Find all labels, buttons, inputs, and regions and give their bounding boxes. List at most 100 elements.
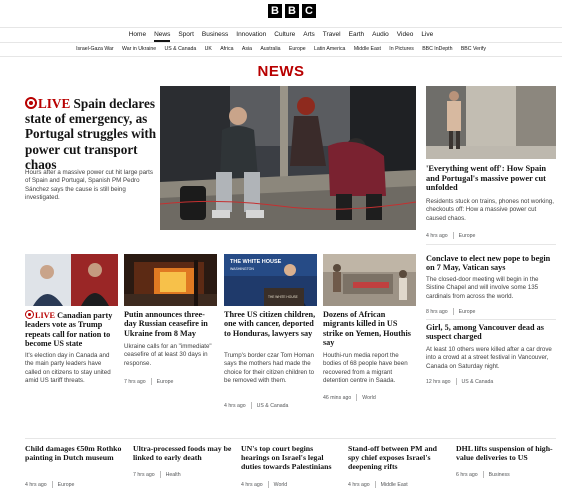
image-text: THE WHITE HOUSE (230, 259, 282, 265)
nav-arts[interactable]: Arts (299, 28, 319, 42)
timestamp: 46 mins ago (323, 394, 352, 401)
timestamp: 4 hrs ago (426, 232, 448, 239)
bottom-headline[interactable]: UN's top court begins hearings on Israel… (241, 444, 341, 472)
right-list-headline[interactable]: Girl, 5, among Vancouver dead as suspect… (426, 323, 558, 342)
category-tag[interactable]: Business (489, 472, 510, 478)
right-top-summary: Residents stuck on trains, phones not wo… (426, 198, 554, 222)
right-top-meta: 4 hrs ago Europe (426, 232, 475, 239)
story-image[interactable] (124, 254, 217, 306)
subnav-latin-america[interactable]: Latin America (310, 43, 350, 56)
live-label: LIVE (38, 96, 71, 111)
subnav-ukraine[interactable]: War in Ukraine (118, 43, 161, 56)
category-tag[interactable]: Health (166, 472, 181, 478)
subnav-bbc-indepth[interactable]: BBC InDepth (418, 43, 457, 56)
sub-nav: Israel-Gaza War War in Ukraine US & Cana… (0, 43, 562, 57)
story-summary: Houthi-run media report the bodies of 68… (323, 352, 408, 385)
nav-innovation[interactable]: Innovation (232, 28, 270, 42)
subnav-asia[interactable]: Asia (238, 43, 256, 56)
subnav-us-canada[interactable]: US & Canada (160, 43, 200, 56)
nav-news[interactable]: News (150, 28, 174, 42)
timestamp: 6 hrs ago (456, 471, 478, 478)
section-title: NEWS (257, 63, 305, 80)
lead-headline[interactable]: LIVE Spain declares state of emergency, … (25, 96, 157, 172)
category-tag[interactable]: US & Canada (462, 379, 494, 385)
bottom-meta: 4 hrs ago Europe (25, 481, 74, 488)
nav-business[interactable]: Business (198, 28, 232, 42)
white-house-photo: THE WHITE HOUSE WASHINGTON THE WHITE HOU… (224, 254, 317, 306)
main-nav: Home News Sport Business Innovation Cult… (0, 27, 562, 43)
right-top-headline[interactable]: 'Everything went off': How Spain and Por… (426, 164, 558, 193)
category-tag[interactable]: World (362, 395, 375, 401)
timestamp: 4 hrs ago (224, 402, 246, 409)
nav-sport[interactable]: Sport (174, 28, 198, 42)
subnav-middle-east[interactable]: Middle East (350, 43, 385, 56)
bottom-meta: 4 hrs ago Middle East (348, 481, 408, 488)
live-icon (25, 310, 34, 319)
yemen-photo (323, 254, 416, 306)
nav-earth[interactable]: Earth (345, 28, 369, 42)
image-text: WASHINGTON (230, 267, 254, 271)
lead-image[interactable] (160, 86, 416, 230)
nav-home[interactable]: Home (125, 28, 150, 42)
bottom-headline[interactable]: Ultra-processed foods may be linked to e… (133, 444, 233, 463)
story-image[interactable] (25, 254, 118, 306)
story-headline[interactable]: Dozens of African migrants killed in US … (323, 310, 416, 348)
bottom-headline[interactable]: Stand-off between PM and spy chief expos… (348, 444, 448, 472)
nav-live[interactable]: Live (417, 28, 437, 42)
lead-summary: Hours after a massive power cut hit larg… (25, 169, 153, 202)
subnav-africa[interactable]: Africa (216, 43, 238, 56)
timestamp: 4 hrs ago (241, 481, 263, 488)
logo-letter: B (268, 4, 282, 18)
story-headline[interactable]: LIVE Canadian party leaders vote as Trum… (25, 310, 118, 349)
timestamp: 4 hrs ago (348, 481, 370, 488)
subnav-europe[interactable]: Europe (285, 43, 310, 56)
category-tag[interactable]: Europe (58, 482, 75, 488)
story-meta: 46 mins ago World (323, 394, 376, 401)
story-meta: 4 hrs ago US & Canada (224, 402, 288, 409)
story-headline[interactable]: Putin announces three-day Russian ceasef… (124, 310, 217, 338)
right-top-image[interactable] (426, 86, 556, 159)
story-summary: It's election day in Canada and the main… (25, 352, 111, 385)
story-headline[interactable]: Three US citizen children, one with canc… (224, 310, 317, 338)
category-tag[interactable]: Europe (157, 379, 174, 385)
divider (426, 244, 556, 245)
bottom-headline[interactable]: Child damages €50m Rothko painting in Du… (25, 444, 125, 463)
story-summary: Ukraine calls for an "immediate" ceasefi… (124, 343, 212, 367)
category-tag[interactable]: Europe (459, 233, 476, 239)
nav-travel[interactable]: Travel (319, 28, 345, 42)
right-list-summary: The closed-door meeting will begin in th… (426, 276, 539, 300)
story-image[interactable]: THE WHITE HOUSE WASHINGTON THE WHITE HOU… (224, 254, 317, 306)
subnav-australia[interactable]: Australia (256, 43, 285, 56)
street-photo (426, 86, 556, 159)
right-list-meta: 12 hrs ago US & Canada (426, 378, 493, 385)
image-text: THE WHITE HOUSE (268, 295, 298, 299)
lead-photo (160, 86, 416, 230)
story-meta: 7 hrs ago Europe (124, 378, 173, 385)
category-tag[interactable]: World (274, 482, 287, 488)
story-summary: Trump's border czar Tom Homan says the m… (224, 352, 315, 385)
nav-video[interactable]: Video (393, 28, 418, 42)
bbc-logo[interactable]: B B C (268, 4, 316, 18)
subnav-bbc-verify[interactable]: BBC Verify (457, 43, 490, 56)
subnav-uk[interactable]: UK (200, 43, 216, 56)
subnav-in-pictures[interactable]: In Pictures (385, 43, 418, 56)
fire-photo (124, 254, 217, 306)
divider (25, 438, 556, 439)
bottom-headline[interactable]: DHL lifts suspension of high-value deliv… (456, 444, 558, 463)
timestamp: 4 hrs ago (25, 481, 47, 488)
category-tag[interactable]: Middle East (381, 482, 408, 488)
category-tag[interactable]: US & Canada (257, 403, 289, 409)
nav-culture[interactable]: Culture (270, 28, 299, 42)
right-list-headline[interactable]: Conclave to elect new pope to begin on 7… (426, 254, 558, 273)
canada-leaders-photo (25, 254, 118, 306)
story-image[interactable] (323, 254, 416, 306)
nav-audio[interactable]: Audio (368, 28, 393, 42)
subnav-israel-gaza[interactable]: Israel-Gaza War (72, 43, 118, 56)
timestamp: 7 hrs ago (124, 378, 146, 385)
category-tag[interactable]: Europe (459, 309, 476, 315)
right-list-meta: 8 hrs ago Europe (426, 308, 475, 315)
bottom-meta: 6 hrs ago Business (456, 471, 510, 478)
logo-letter: B (285, 4, 299, 18)
bottom-meta: 4 hrs ago World (241, 481, 287, 488)
live-label: LIVE (35, 311, 56, 320)
